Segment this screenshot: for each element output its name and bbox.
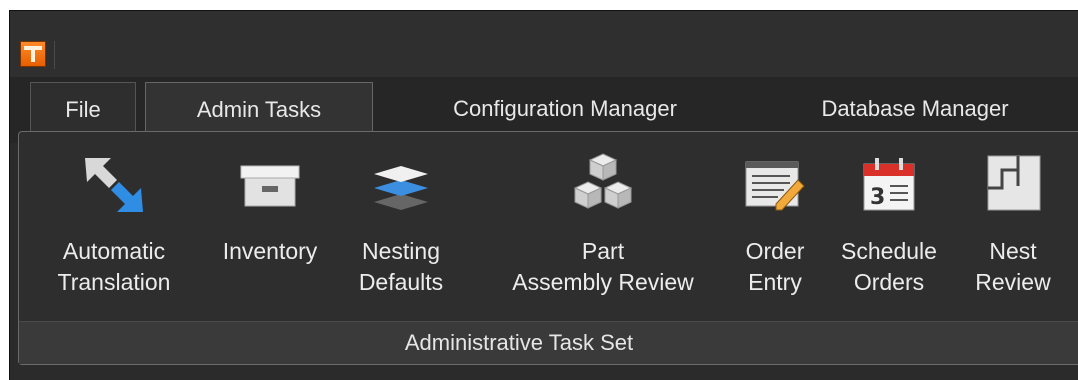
translation-arrows-icon	[85, 158, 143, 212]
part-assembly-review-button[interactable]: Part Assembly Review	[479, 142, 727, 302]
title-bar	[10, 11, 1078, 78]
tab-configuration-manager[interactable]: Configuration Manager	[394, 82, 736, 136]
inventory-button[interactable]: Inventory	[201, 142, 339, 302]
tab-file[interactable]: File	[30, 82, 136, 136]
automatic-translation-label-line1: Automatic	[62, 238, 166, 264]
nest-review-label-line1: Nest	[989, 238, 1037, 264]
ribbon-panel: Automatic Translation Inventory Nesting …	[18, 131, 1078, 365]
order-entry-label-line1: Order	[745, 238, 805, 264]
part-assembly-review-label-line2: Assembly Review	[512, 269, 694, 295]
storage-box-icon	[240, 165, 300, 207]
app-logo-icon[interactable]	[20, 41, 46, 67]
tab-database-manager[interactable]: Database Manager	[770, 82, 1060, 136]
nesting-defaults-label-line2: Defaults	[358, 269, 444, 295]
nesting-defaults-button[interactable]: Nesting Defaults	[349, 142, 453, 302]
automatic-translation-button[interactable]: Automatic Translation	[39, 142, 189, 302]
order-entry-label-line2: Entry	[748, 269, 802, 295]
schedule-orders-label-line1: Schedule	[841, 238, 937, 264]
schedule-orders-label-line2: Orders	[853, 269, 925, 295]
order-entry-button[interactable]: Order Entry	[729, 142, 821, 302]
part-assembly-review-label-line1: Part	[581, 238, 625, 264]
ribbon-group-label-bar: Administrative Task Set	[19, 321, 1078, 364]
nest-review-label-line2: Review	[975, 269, 1051, 295]
calendar-icon: 3	[863, 158, 915, 211]
schedule-orders-button[interactable]: 3 Schedule Orders	[825, 142, 953, 302]
nest-sheet-icon	[987, 155, 1041, 211]
quick-access-divider	[54, 41, 55, 69]
ribbon-group-label: Administrative Task Set	[404, 330, 634, 355]
automatic-translation-label-line2: Translation	[57, 269, 171, 295]
cubes-icon	[573, 153, 633, 209]
nesting-defaults-label-line1: Nesting	[362, 238, 440, 264]
nest-review-button[interactable]: Nest Review	[963, 142, 1063, 302]
form-pencil-icon	[745, 161, 805, 211]
svg-text:3: 3	[870, 185, 885, 210]
inventory-label: Inventory	[222, 238, 318, 264]
layers-icon	[374, 166, 428, 210]
